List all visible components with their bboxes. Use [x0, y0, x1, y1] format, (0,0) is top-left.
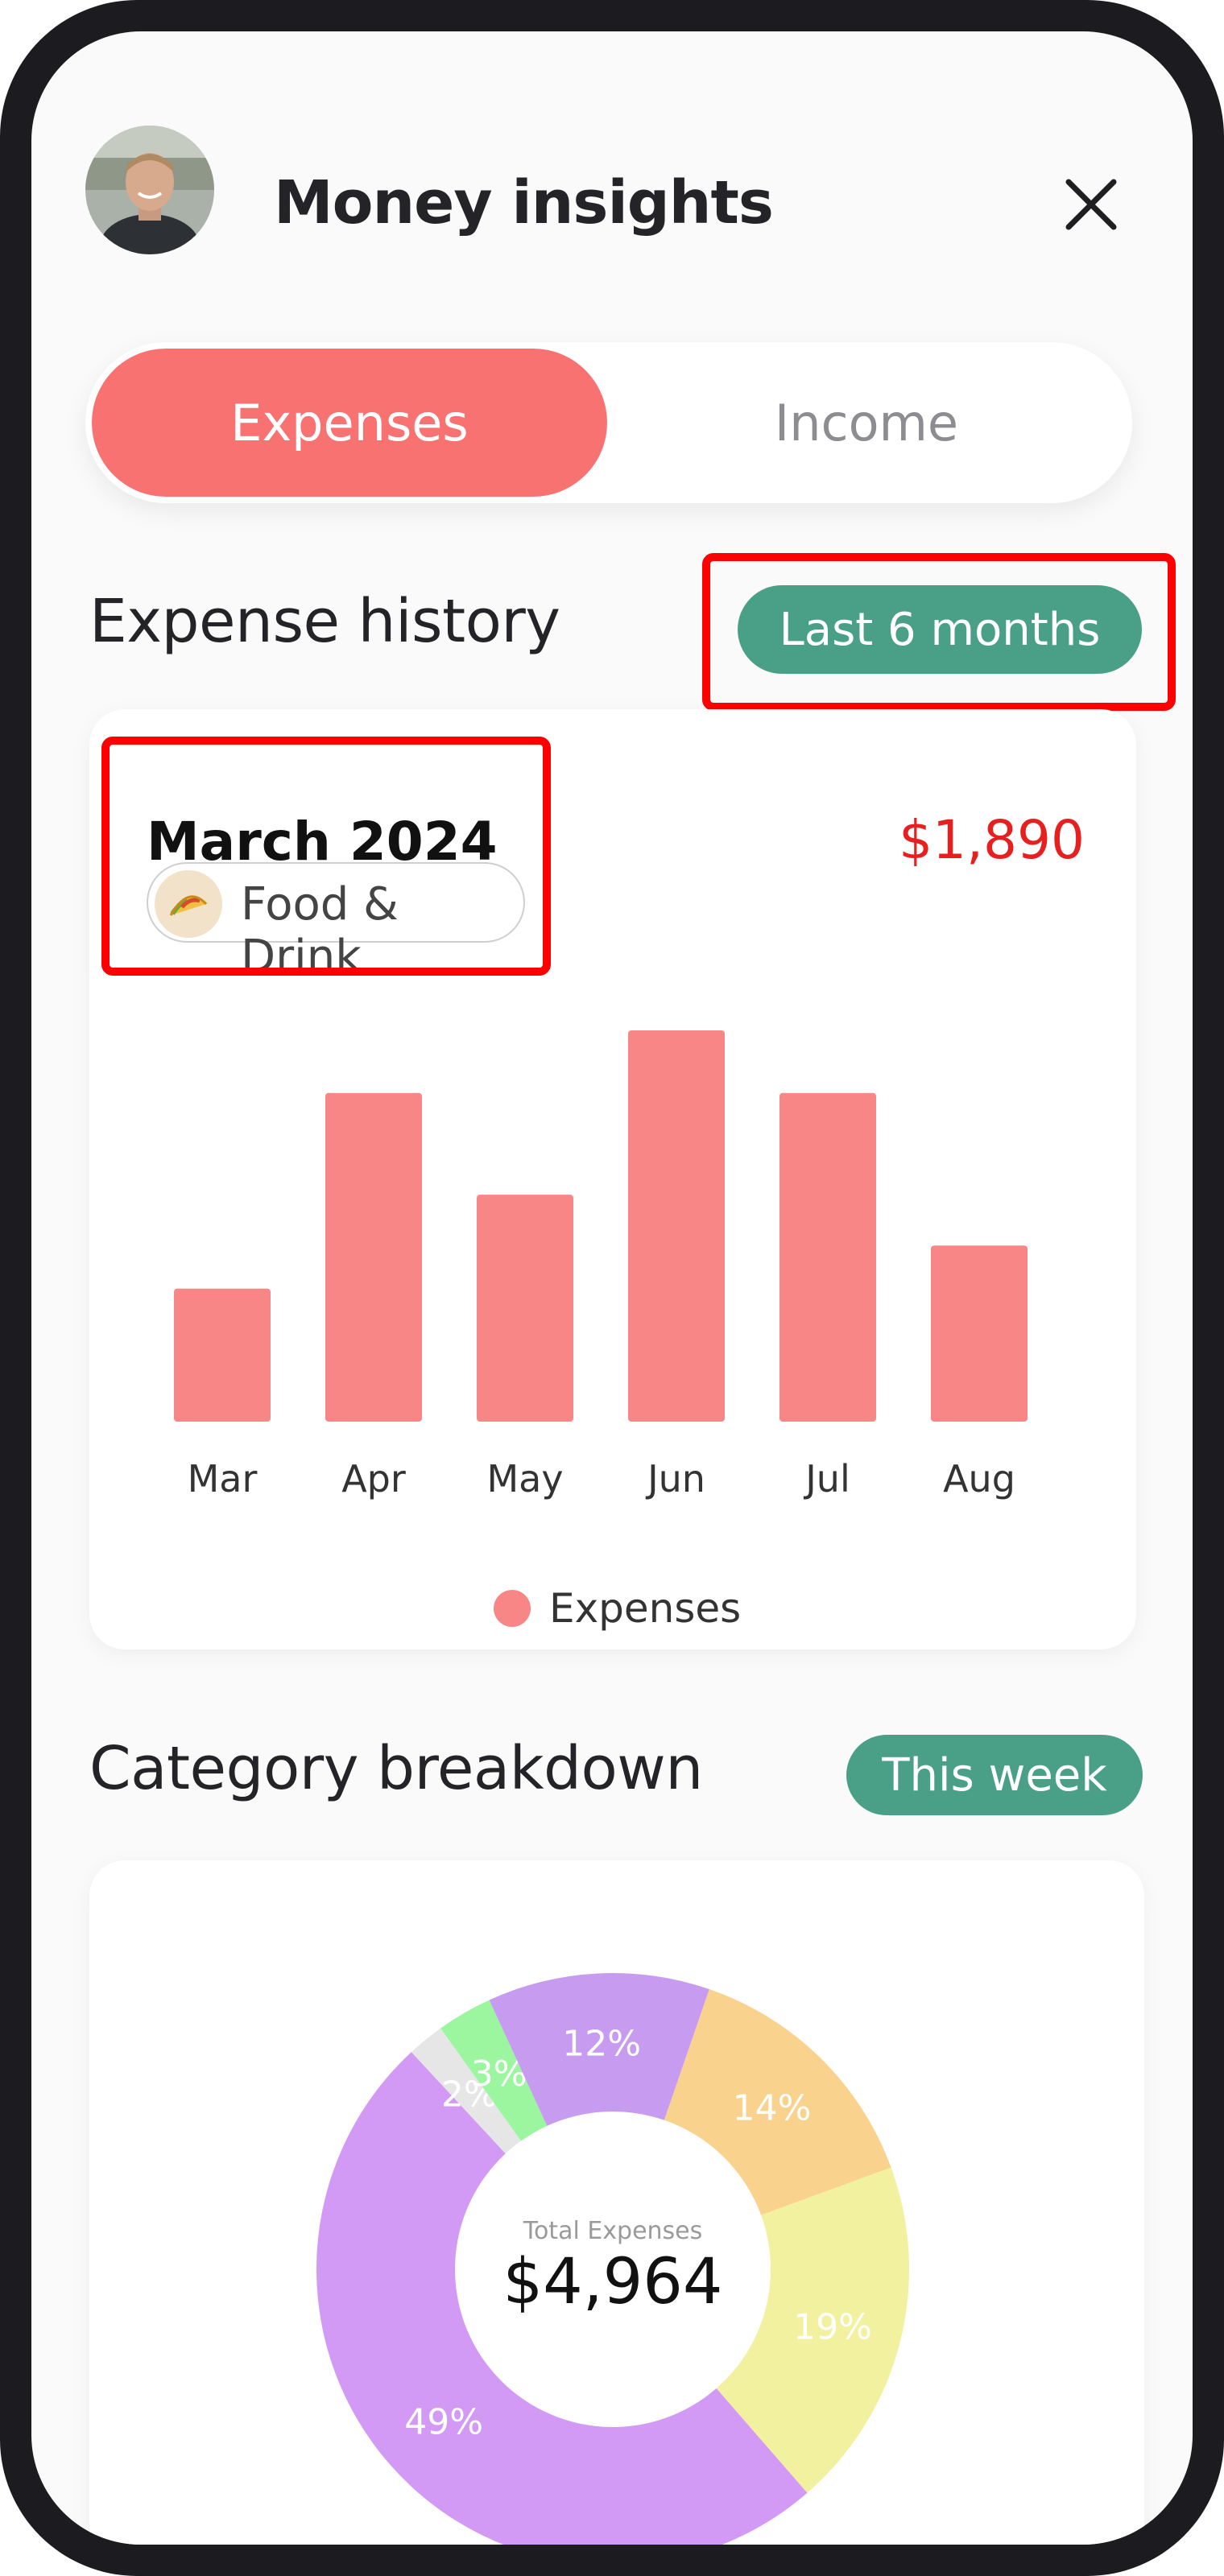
category-donut-chart: 14%19%49%2%3%12%Total Expenses$4,964 — [316, 1973, 909, 2545]
donut-slice-label: 49% — [404, 2401, 483, 2442]
donut-slice-label: 12% — [562, 2023, 641, 2064]
donut-center-total: $4,964 — [503, 2246, 723, 2318]
donut-slice-label: 14% — [733, 2088, 812, 2129]
app-screen: Money insights Expenses Income Expense h… — [31, 31, 1193, 2545]
donut-slice-label: 19% — [793, 2306, 872, 2347]
donut-center-caption: Total Expenses — [523, 2217, 703, 2245]
phone-frame: Money insights Expenses Income Expense h… — [0, 0, 1224, 2576]
